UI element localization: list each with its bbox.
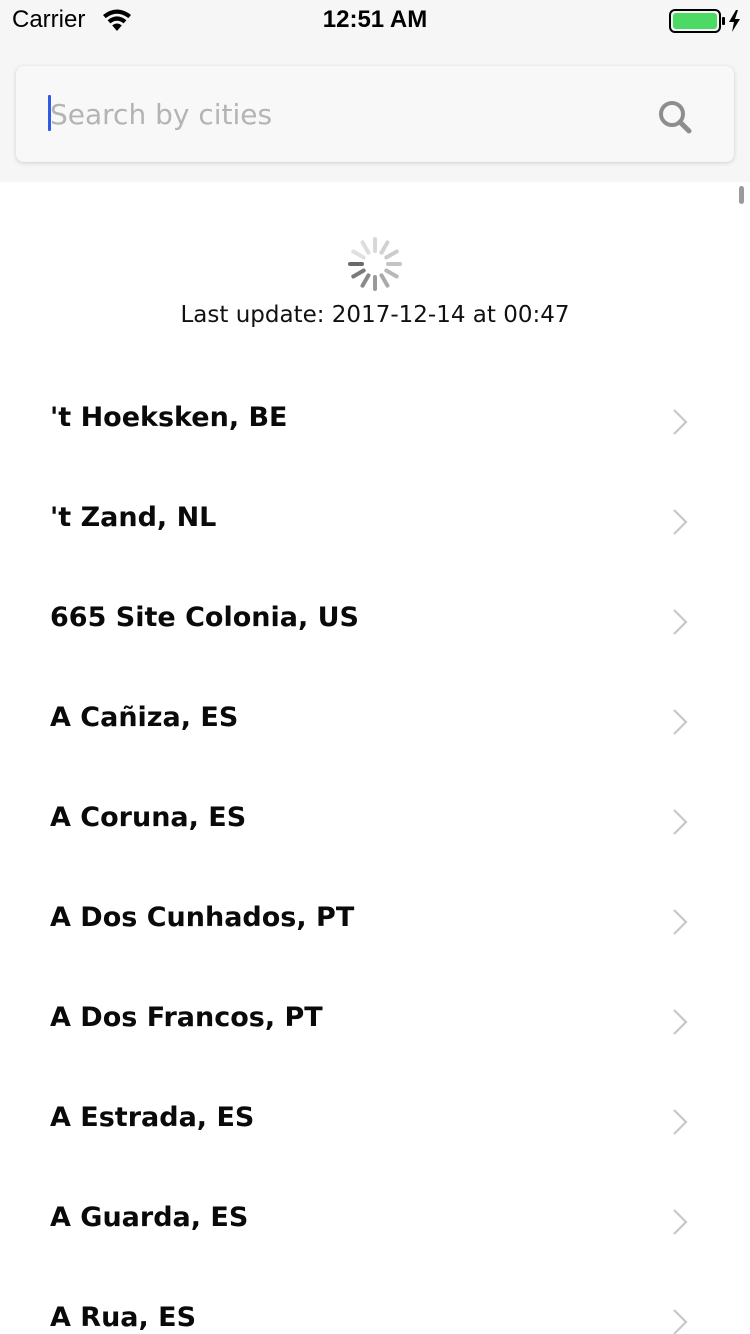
city-name: 't Zand, NL (50, 502, 217, 533)
chevron-right-icon (673, 409, 688, 435)
search-header (0, 40, 750, 182)
chevron-right-icon (673, 509, 688, 535)
search-icon[interactable] (656, 98, 696, 138)
scroll-indicator[interactable] (739, 186, 744, 204)
city-row[interactable]: A Guarda, ES (0, 1172, 750, 1272)
city-name: A Dos Cunhados, PT (50, 902, 355, 933)
last-update-label: Last update: 2017-12-14 at 00:47 (180, 302, 570, 328)
city-row[interactable]: A Cañiza, ES (0, 672, 750, 772)
city-name: A Estrada, ES (50, 1102, 255, 1133)
city-name: A Coruna, ES (50, 802, 247, 833)
status-time: 12:51 AM (322, 6, 428, 33)
city-name: 665 Site Colonia, US (50, 602, 359, 633)
spinner-icon (348, 237, 402, 291)
chevron-right-icon (673, 1309, 688, 1334)
search-bar[interactable] (16, 66, 734, 162)
city-name: A Guarda, ES (50, 1202, 249, 1233)
city-row[interactable]: 't Zand, NL (0, 472, 750, 572)
chevron-right-icon (673, 909, 688, 935)
chevron-right-icon (673, 1109, 688, 1135)
city-name: A Rua, ES (50, 1302, 197, 1333)
chevron-right-icon (673, 609, 688, 635)
city-row[interactable]: A Dos Francos, PT (0, 972, 750, 1072)
city-list: 't Hoeksken, BE 't Zand, NL 665 Site Col… (0, 372, 750, 1334)
status-bar: Carrier 12:51 AM (0, 0, 750, 40)
city-row[interactable]: 't Hoeksken, BE (0, 372, 750, 472)
city-row[interactable]: A Rua, ES (0, 1272, 750, 1334)
chevron-right-icon (673, 709, 688, 735)
battery-icon (669, 9, 740, 33)
city-row[interactable]: A Dos Cunhados, PT (0, 872, 750, 972)
chevron-right-icon (673, 1209, 688, 1235)
app-screen: Carrier 12:51 AM Search by cities Last u… (0, 0, 750, 1334)
chevron-right-icon (673, 1009, 688, 1035)
city-row[interactable]: 665 Site Colonia, US (0, 572, 750, 672)
city-name: A Cañiza, ES (50, 702, 239, 733)
city-name: 't Hoeksken, BE (50, 402, 288, 433)
search-input[interactable] (50, 88, 610, 140)
chevron-right-icon (673, 809, 688, 835)
city-row[interactable]: A Coruna, ES (0, 772, 750, 872)
city-name: A Dos Francos, PT (50, 1002, 323, 1033)
city-row[interactable]: A Estrada, ES (0, 1072, 750, 1172)
